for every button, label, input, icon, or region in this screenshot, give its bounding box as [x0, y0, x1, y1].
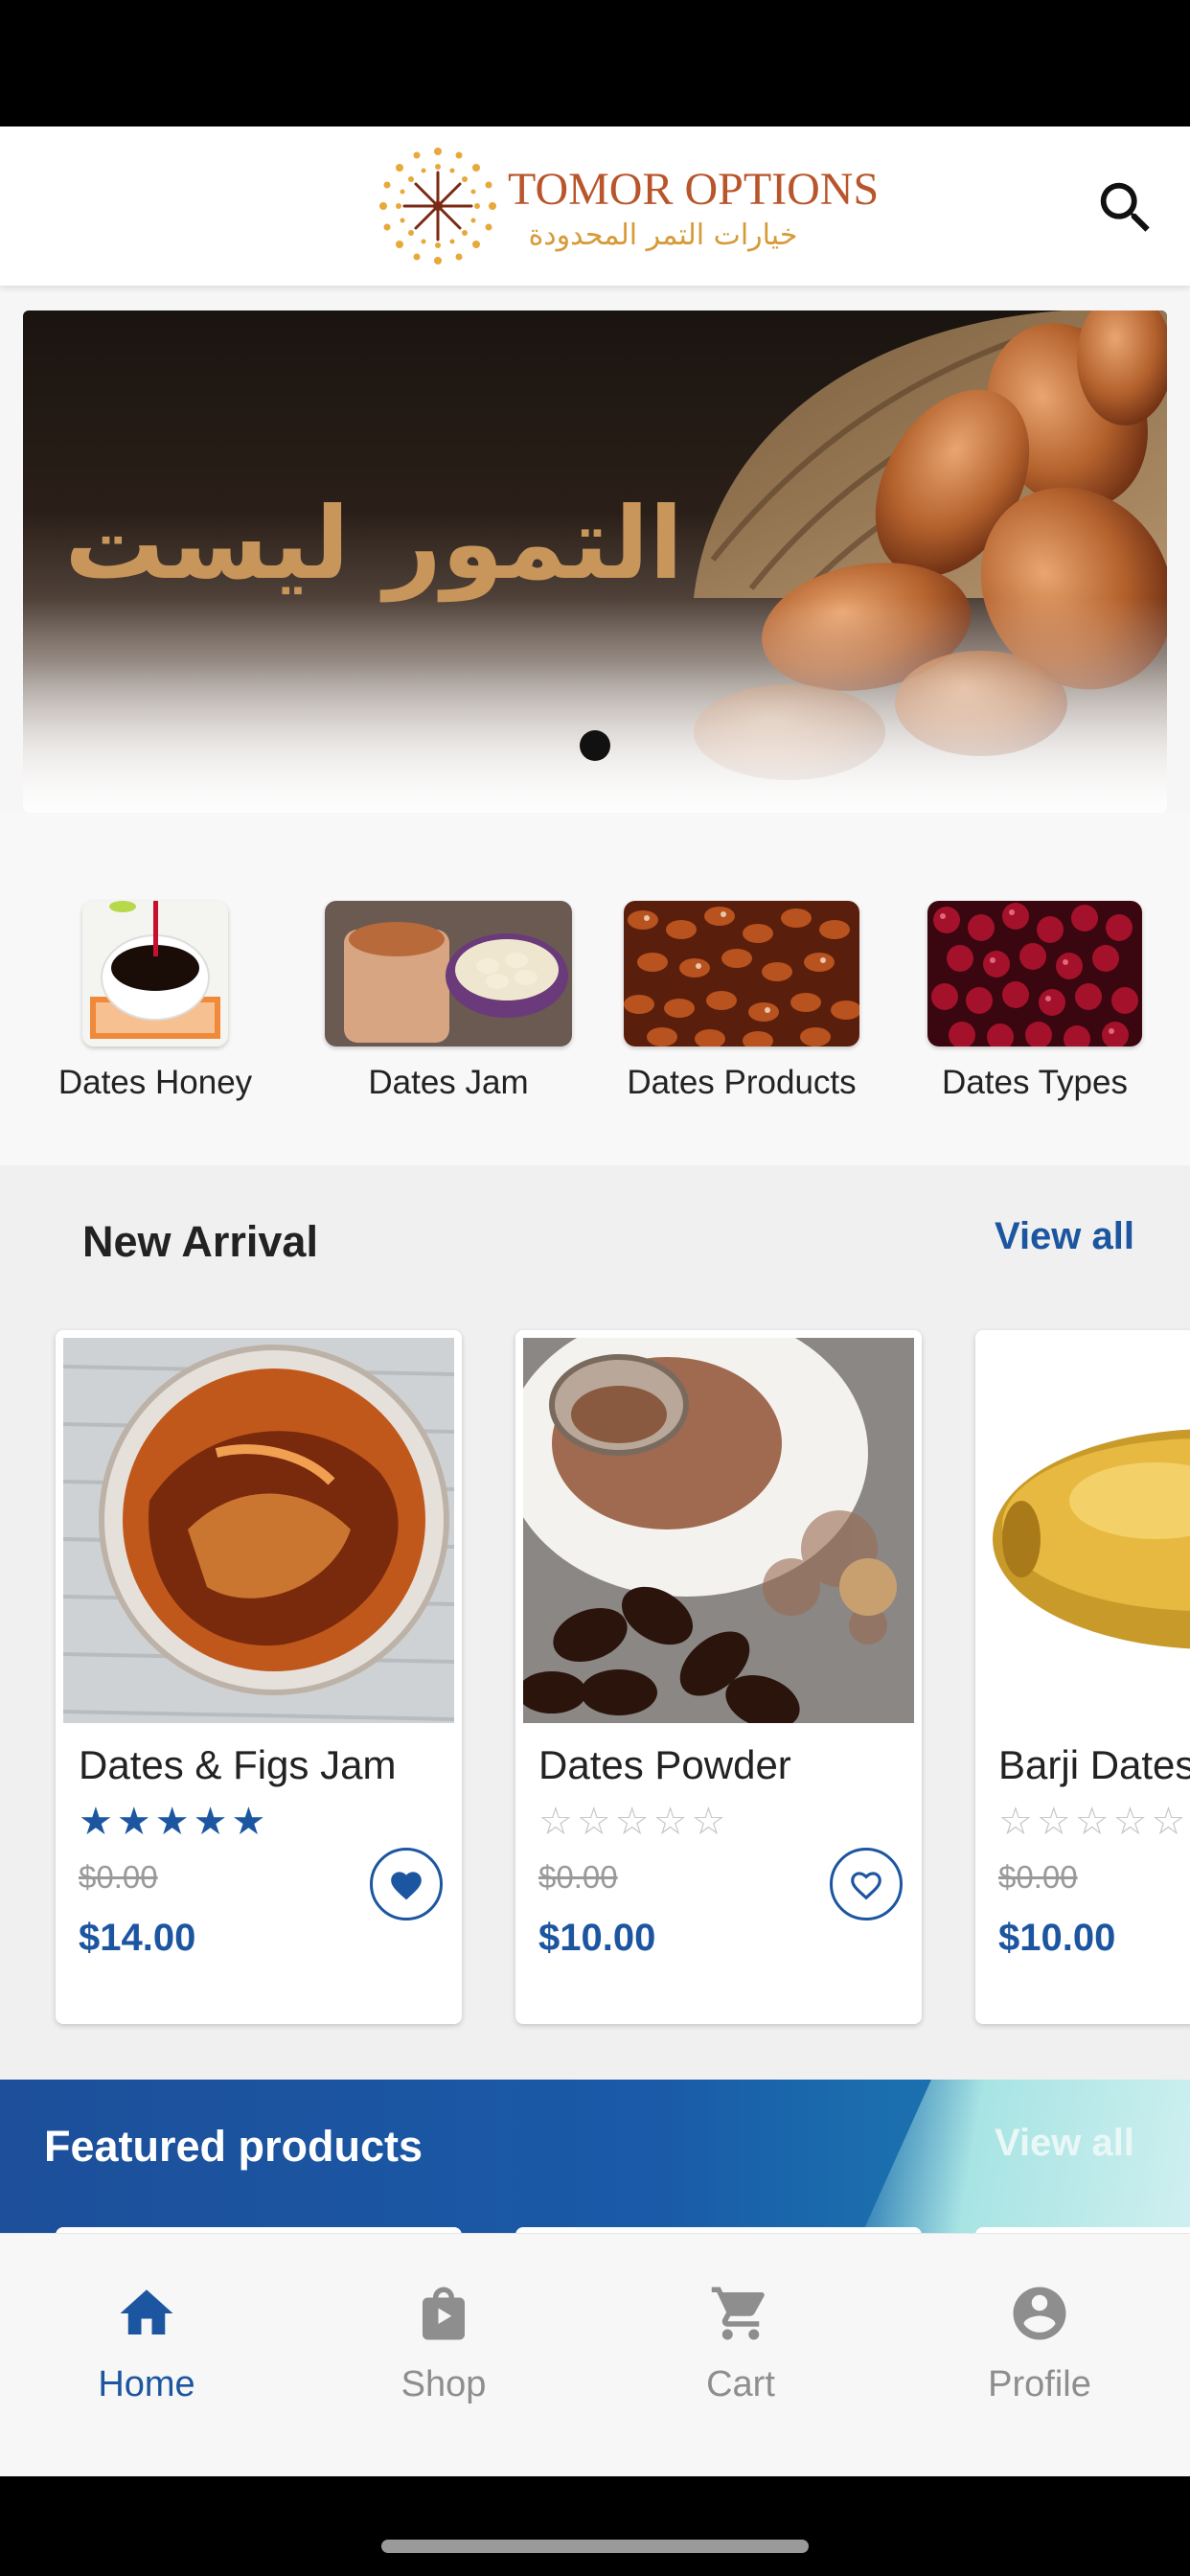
home-icon	[120, 2289, 173, 2334]
category-image	[624, 901, 859, 1046]
nav-item-shop[interactable]: Shop	[324, 2282, 563, 2405]
search-button[interactable]	[1092, 174, 1159, 242]
heart-outline-icon	[851, 1872, 881, 1900]
nav-label: Cart	[706, 2364, 775, 2404]
product-card[interactable]: Barji Dates ☆☆☆☆☆ $0.00 $10.00	[975, 1330, 1190, 2024]
old-price: $0.00	[998, 1859, 1078, 1895]
category-dates-products[interactable]: Dates Products	[619, 901, 864, 1102]
price: $14.00	[79, 1917, 196, 1959]
favorite-button[interactable]	[830, 1848, 903, 1920]
category-image	[927, 901, 1142, 1046]
price: $10.00	[538, 1917, 656, 1959]
brand-logo[interactable]: TOMOR OPTIONS خيارات التمر المحدودة	[376, 144, 879, 268]
view-all-link[interactable]: View all	[995, 1215, 1134, 1258]
nav-item-profile[interactable]: Profile	[920, 2282, 1159, 2405]
category-image	[325, 901, 572, 1046]
favorite-button[interactable]	[370, 1848, 443, 1920]
hero-title: التمور ليست مجرد	[23, 485, 683, 602]
nav-label: Profile	[988, 2364, 1091, 2404]
product-card[interactable]: Dates Powder ☆☆☆☆☆ $0.00 $10.00	[515, 1330, 922, 2024]
bottom-navigation: Home Shop Cart Profile	[0, 2233, 1190, 2477]
nav-label: Home	[98, 2364, 195, 2404]
old-price: $0.00	[538, 1859, 618, 1895]
old-price: $0.00	[79, 1859, 158, 1895]
category-image	[82, 901, 228, 1046]
category-dates-honey[interactable]: Dates Honey	[57, 901, 253, 1102]
featured-products-section: Featured products View all	[0, 2080, 1190, 2233]
nav-label: Shop	[400, 2364, 487, 2404]
categories-row: Dates Honey Dates Jam Dates Products Dat…	[0, 813, 1190, 1165]
rating-stars: ★★★★★	[79, 1801, 270, 1843]
product-name: Dates Powder	[538, 1742, 791, 1787]
rating-stars: ☆☆☆☆☆	[998, 1801, 1190, 1843]
section-title: Featured products	[44, 2122, 423, 2171]
hero-fade-overlay	[23, 598, 1167, 813]
category-label: Dates Jam	[368, 1064, 529, 1101]
rating-stars: ☆☆☆☆☆	[538, 1801, 730, 1843]
hero-banner[interactable]: التمور ليست مجرد	[23, 310, 1167, 813]
product-name: Barji Dates	[998, 1742, 1190, 1787]
home-indicator[interactable]	[381, 2540, 809, 2553]
section-title: New Arrival	[82, 1217, 318, 1266]
product-image	[63, 1338, 454, 1723]
category-dates-types[interactable]: Dates Types	[920, 901, 1150, 1102]
heart-filled-icon	[391, 1872, 422, 1900]
price: $10.00	[998, 1917, 1116, 1959]
app-header: TOMOR OPTIONS خيارات التمر المحدودة	[0, 126, 1190, 286]
search-icon	[1100, 182, 1150, 232]
brand-name-arabic: خيارات التمر المحدودة	[528, 218, 798, 252]
product-image	[523, 1338, 914, 1723]
shopping-bag-icon	[423, 2287, 465, 2340]
nav-item-cart[interactable]: Cart	[621, 2282, 860, 2405]
product-card[interactable]: Dates & Figs Jam ★★★★★ $0.00 $14.00	[56, 1330, 462, 2024]
product-name: Dates & Figs Jam	[79, 1742, 397, 1787]
view-all-link[interactable]: View all	[995, 2122, 1134, 2165]
category-dates-jam[interactable]: Dates Jam	[324, 901, 573, 1102]
app-screen: TOMOR OPTIONS خيارات التمر المحدودة التم…	[0, 0, 1190, 2576]
product-image	[983, 1338, 1190, 1723]
account-circle-icon	[1013, 2287, 1066, 2340]
category-label: Dates Types	[942, 1064, 1128, 1101]
new-arrival-section: New Arrival View all Dates & Figs Jam ★★…	[0, 1165, 1190, 2080]
status-bar	[0, 0, 1190, 126]
nav-item-home[interactable]: Home	[27, 2282, 266, 2405]
system-navigation-bar	[0, 2476, 1190, 2576]
carousel-indicator-dot[interactable]	[580, 730, 610, 761]
category-label: Dates Honey	[57, 1064, 253, 1101]
cart-icon	[711, 2287, 765, 2340]
category-label: Dates Products	[627, 1064, 857, 1101]
sunburst-logo-icon	[379, 148, 496, 264]
brand-name: TOMOR OPTIONS	[508, 164, 880, 215]
